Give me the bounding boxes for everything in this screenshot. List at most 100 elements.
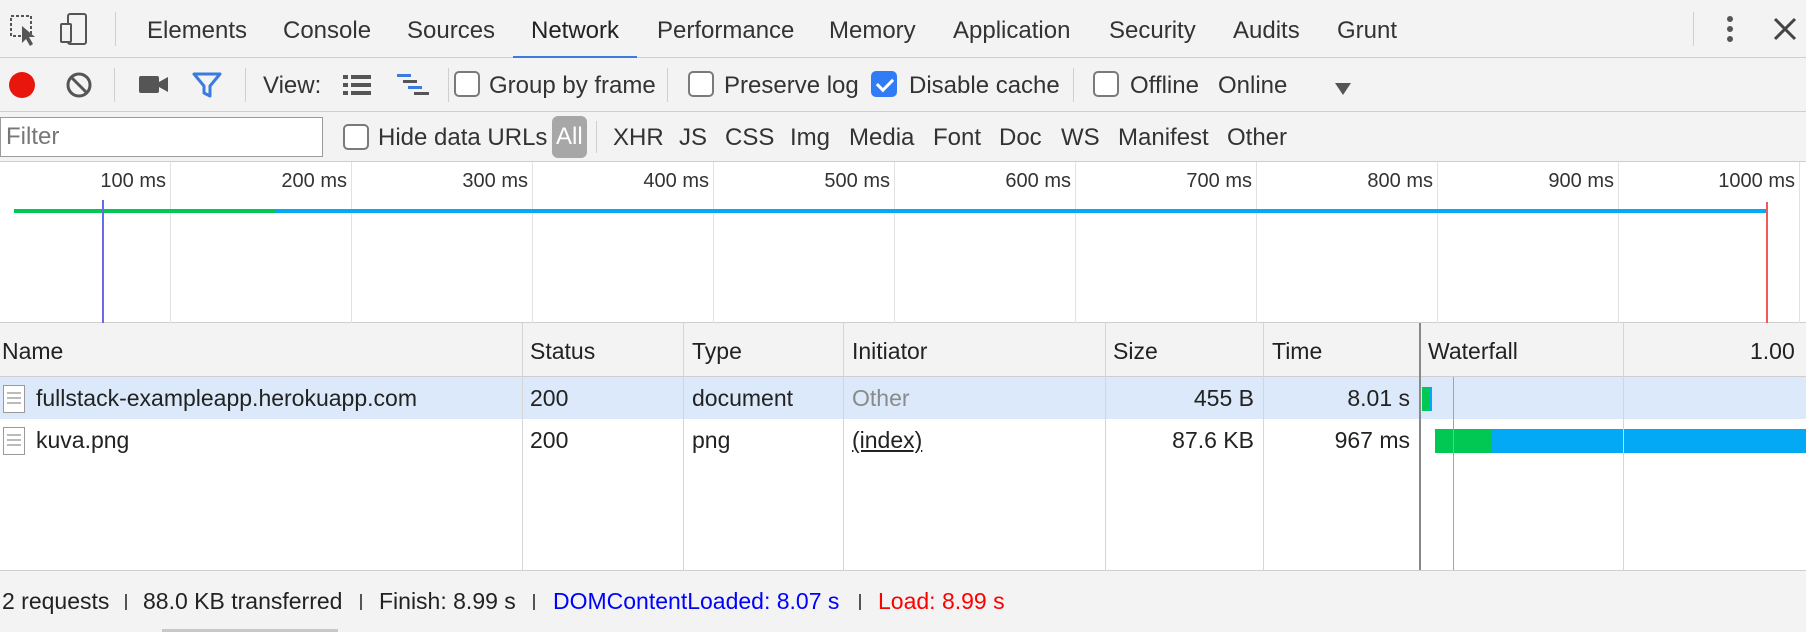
overview-download-bar [276, 209, 1766, 213]
tab-memory[interactable]: Memory [829, 0, 916, 58]
grid-line [713, 162, 714, 323]
request-name[interactable]: kuva.png [36, 419, 129, 461]
filter-input[interactable] [0, 117, 323, 157]
column-divider[interactable] [683, 323, 684, 570]
filter-type-other[interactable]: Other [1227, 112, 1287, 162]
filter-type-xhr[interactable]: XHR [613, 112, 664, 162]
column-header-name[interactable]: Name [2, 323, 63, 377]
filter-type-media[interactable]: Media [849, 112, 914, 162]
filter-type-ws[interactable]: WS [1061, 112, 1100, 162]
load-time: Load: 8.99 s [878, 588, 1005, 614]
disable-cache-checkbox[interactable] [871, 71, 897, 97]
devtools-tab-bar: Elements Console Sources Network Perform… [0, 0, 1806, 59]
request-time: 967 ms [1334, 427, 1410, 453]
divider [596, 121, 597, 153]
hide-data-urls-checkbox[interactable] [343, 124, 369, 150]
tab-network[interactable]: Network [512, 0, 638, 59]
tab-security[interactable]: Security [1109, 0, 1196, 58]
column-divider[interactable] [1419, 323, 1421, 570]
filter-type-img[interactable]: Img [790, 112, 830, 162]
column-header-initiator[interactable]: Initiator [852, 323, 927, 377]
dom-content-loaded-line [1453, 377, 1454, 570]
chevron-down-icon[interactable] [1334, 76, 1352, 95]
divider [114, 68, 115, 102]
grid-line [170, 162, 171, 323]
filter-type-manifest[interactable]: Manifest [1118, 112, 1209, 162]
column-divider[interactable] [522, 323, 523, 570]
group-by-frame-checkbox[interactable] [454, 71, 480, 97]
large-rows-icon[interactable] [342, 72, 372, 98]
screenshot-camera-icon[interactable] [138, 72, 170, 98]
grid-line [1437, 162, 1438, 323]
tick-label: 200 ms [281, 170, 347, 192]
dom-content-loaded-time: DOMContentLoaded: 8.07 s [553, 588, 840, 614]
waterfall-download-bar [1492, 429, 1806, 453]
grid-line [1075, 162, 1076, 323]
summary-bar: 2 requests 88.0 KB transferred Finish: 8… [0, 570, 1806, 632]
divider [859, 594, 861, 610]
column-divider[interactable] [1263, 323, 1264, 570]
request-type: png [692, 427, 731, 453]
filter-type-font[interactable]: Font [933, 112, 981, 162]
grid-line [1256, 162, 1257, 323]
close-icon[interactable] [1766, 10, 1804, 48]
tick-label: 800 ms [1367, 170, 1433, 192]
column-header-waterfall[interactable]: Waterfall [1428, 323, 1518, 377]
filter-type-all[interactable]: All [552, 116, 587, 158]
tick-label: 1000 ms [1718, 170, 1795, 192]
filter-type-js[interactable]: JS [679, 112, 707, 162]
offline-checkbox[interactable] [1093, 71, 1119, 97]
request-time: 8.01 s [1347, 385, 1410, 411]
tick-label: 300 ms [462, 170, 528, 192]
grid-line [1799, 162, 1800, 323]
divider [360, 594, 362, 610]
column-divider[interactable] [843, 323, 844, 570]
column-header-type[interactable]: Type [692, 323, 742, 377]
request-count: 2 requests [2, 588, 110, 614]
request-size: 455 B [1193, 385, 1254, 411]
tick-label: 100 ms [100, 170, 166, 192]
more-menu-icon[interactable] [1711, 10, 1749, 48]
request-name[interactable]: fullstack-exampleapp.herokuapp.com [36, 377, 417, 419]
device-toolbar-icon[interactable] [56, 10, 94, 48]
tab-elements[interactable]: Elements [147, 0, 247, 58]
throttling-select[interactable]: Online [1218, 58, 1287, 112]
tab-grunt[interactable]: Grunt [1337, 0, 1397, 58]
request-status: 200 [530, 385, 569, 411]
divider [125, 594, 127, 610]
waterfall-grid-line [1623, 323, 1624, 570]
column-header-time[interactable]: Time [1272, 323, 1322, 377]
grid-line [351, 162, 352, 323]
transferred-size: 88.0 KB transferred [143, 588, 343, 614]
divider [1073, 68, 1074, 102]
tab-audits[interactable]: Audits [1233, 0, 1300, 58]
tick-label: 500 ms [824, 170, 890, 192]
divider [448, 68, 449, 102]
table-row[interactable]: kuva.png 200 png (index) 87.6 KB 967 ms [0, 419, 1806, 461]
table-row[interactable]: fullstack-exampleapp.herokuapp.com 200 d… [0, 377, 1806, 419]
request-initiator-link[interactable]: (index) [852, 419, 922, 461]
request-status: 200 [530, 427, 569, 453]
table-header: Name Status Type Initiator Size Time Wat… [0, 323, 1806, 377]
timeline-overview[interactable]: 100 ms 200 ms 300 ms 400 ms 500 ms 600 m… [0, 162, 1806, 323]
tab-console[interactable]: Console [283, 0, 371, 58]
record-icon[interactable] [8, 70, 38, 100]
tick-label: 900 ms [1548, 170, 1614, 192]
view-label: View: [263, 72, 322, 99]
tab-performance[interactable]: Performance [657, 0, 794, 58]
column-divider[interactable] [1105, 323, 1106, 570]
clear-icon[interactable] [64, 70, 94, 100]
preserve-log-checkbox[interactable] [688, 71, 714, 97]
preserve-log-label: Preserve log [724, 72, 859, 99]
tab-application[interactable]: Application [953, 0, 1070, 58]
column-header-status[interactable]: Status [530, 323, 595, 377]
column-header-size[interactable]: Size [1113, 323, 1158, 377]
inspect-element-icon[interactable] [6, 10, 44, 48]
filter-type-css[interactable]: CSS [725, 112, 774, 162]
filter-funnel-icon[interactable] [192, 70, 222, 100]
filter-type-doc[interactable]: Doc [999, 112, 1042, 162]
overview-waterfall-icon[interactable] [396, 72, 430, 98]
network-toolbar: View: Group by frame Preserve log Disabl… [0, 58, 1806, 112]
request-size: 87.6 KB [1172, 427, 1254, 453]
tab-sources[interactable]: Sources [407, 0, 495, 58]
